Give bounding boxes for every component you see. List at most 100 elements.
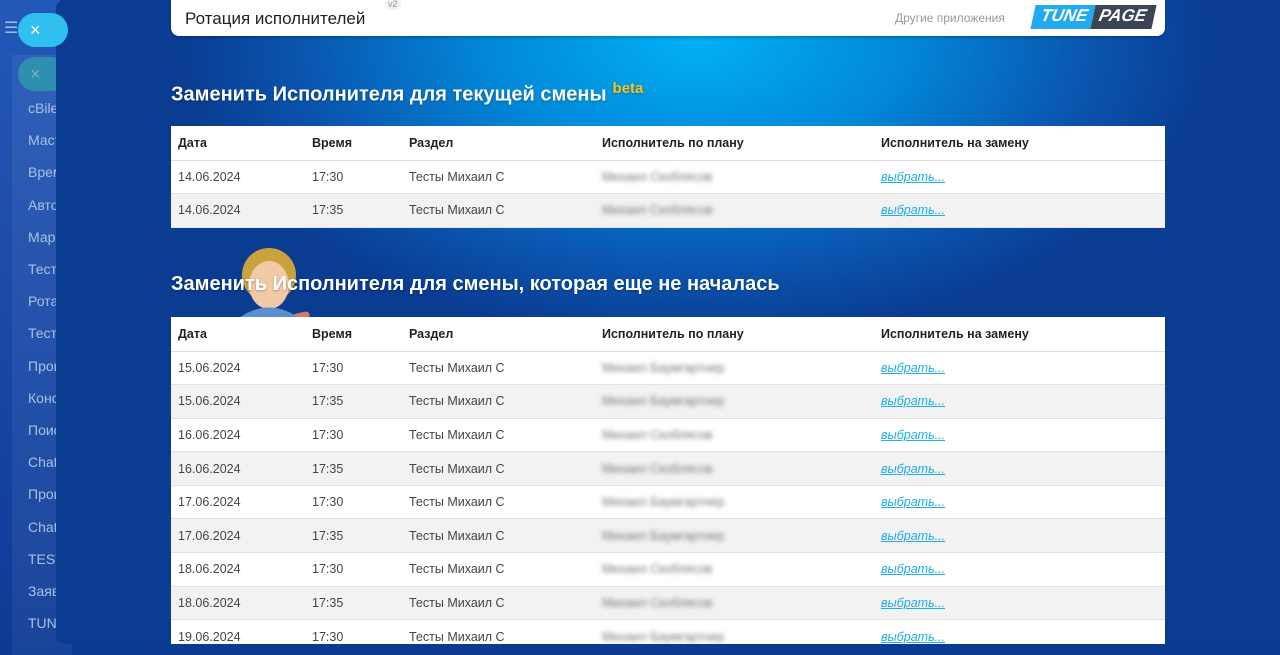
table-row: 18.06.2024 17:35 Тесты Михаил С Михаил Скоб… <box>171 586 1165 621</box>
column-header: Раздел <box>402 317 595 352</box>
choose-replacement-link[interactable]: выбрать... <box>881 170 945 184</box>
date-cell: 16.06.2024 <box>171 418 305 453</box>
choose-replacement-link[interactable]: выбрать... <box>881 361 945 375</box>
replacement-cell: выбрать... <box>874 160 1165 195</box>
table-row: 17.06.2024 17:30 Тесты Михаил С Михаил Баум… <box>171 485 1165 520</box>
planned-performer-name: Михаил Скоблясов <box>602 427 713 442</box>
planned-performer-cell: Михаил Скоблясов <box>595 451 874 486</box>
section-cell: Тесты Михаил С <box>402 384 595 419</box>
section-cell: Тесты Михаил С <box>402 586 595 621</box>
close-slider-button[interactable]: × <box>18 13 68 47</box>
choose-replacement-link[interactable]: выбрать... <box>881 203 945 217</box>
beta-badge: beta <box>612 80 644 97</box>
planned-performer-name: Михаил Скоблясов <box>602 595 713 610</box>
planned-performer-cell: Михаил Баумгартнер <box>595 485 874 520</box>
planned-performer-name: Михаил Скоблясов <box>602 169 713 184</box>
table-row: 16.06.2024 17:30 Тесты Михаил С Михаил Скоб… <box>171 418 1165 453</box>
upcoming-shift-table: Дата Время Раздел Исполнитель по плану Испол… <box>171 317 1165 644</box>
table-row: 17.06.2024 17:35 Тесты Михаил С Михаил Баум… <box>171 518 1165 554</box>
planned-performer-cell: Михаил Баумгартнер <box>595 351 874 386</box>
column-header: Время <box>305 317 402 352</box>
column-header: Дата <box>171 126 305 161</box>
planned-performer-cell: Михаил Скоблясов <box>595 418 874 453</box>
date-cell: 16.06.2024 <box>171 451 305 486</box>
planned-performer-name: Михаил Скоблясов <box>602 562 713 577</box>
time-cell: 17:35 <box>305 193 402 228</box>
date-cell: 19.06.2024 <box>171 619 305 644</box>
table-header-row: Дата Время Раздел Исполнитель по плану Испол… <box>171 317 1165 352</box>
table-row: 18.06.2024 17:30 Тесты Михаил С Михаил Скоб… <box>171 552 1165 587</box>
choose-replacement-link[interactable]: выбрать... <box>881 394 945 408</box>
time-cell: 17:30 <box>305 552 402 587</box>
section-cell: Тесты Михаил С <box>402 485 595 520</box>
planned-performer-cell: Михаил Скоблясов <box>595 586 874 621</box>
section-cell: Тесты Михаил С <box>402 160 595 195</box>
column-header: Раздел <box>402 126 595 161</box>
time-cell: 17:35 <box>305 384 402 419</box>
section-cell: Тесты Михаил С <box>402 451 595 486</box>
section-cell: Тесты Михаил С <box>402 418 595 453</box>
time-cell: 17:30 <box>305 485 402 520</box>
table-row: 14.06.2024 17:35 Тесты Михаил С Михаил Скоб… <box>171 193 1165 228</box>
sidebar-item[interactable]: Рота <box>28 293 56 309</box>
table-row: 15.06.2024 17:30 Тесты Михаил С Михаил Баум… <box>171 351 1165 386</box>
version-badge: v2 <box>385 0 401 10</box>
time-cell: 17:30 <box>305 619 402 644</box>
sidebar-item[interactable]: Маст <box>28 132 56 148</box>
sidebar-item[interactable]: Заяв <box>28 583 56 599</box>
menu-icon[interactable]: ☰ <box>4 18 18 38</box>
sidebar-item[interactable]: Врем <box>28 164 56 180</box>
choose-replacement-link[interactable]: выбрать... <box>881 428 945 442</box>
sidebar-item[interactable]: Конс <box>28 390 56 406</box>
tunepage-logo[interactable]: TUNE PAGE <box>1030 5 1157 29</box>
title-text: Заменить Исполнителя для текущей смены <box>171 83 607 106</box>
date-cell: 14.06.2024 <box>171 160 305 195</box>
choose-replacement-link[interactable]: выбрать... <box>881 462 945 476</box>
date-cell: 15.06.2024 <box>171 384 305 419</box>
sidebar-item[interactable]: Поис <box>28 422 56 438</box>
planned-performer-cell: Михаил Баумгартнер <box>595 518 874 554</box>
section-cell: Тесты Михаил С <box>402 351 595 386</box>
sidebar-item[interactable]: Прои <box>28 358 56 374</box>
sidebar-item[interactable]: cBile <box>28 100 56 116</box>
replacement-cell: выбрать... <box>874 351 1165 386</box>
replacement-cell: выбрать... <box>874 451 1165 486</box>
section-cell: Тесты Михаил С <box>402 552 595 587</box>
logo-part: PAGE <box>1090 5 1157 29</box>
table-header-row: Дата Время Раздел Исполнитель по плану Испол… <box>171 126 1165 161</box>
sidebar-item[interactable]: Мар <box>28 229 56 245</box>
title-text: Заменить Исполнителя для смены, которая … <box>171 273 780 295</box>
other-apps-link[interactable]: Другие приложения <box>895 11 1005 25</box>
choose-replacement-link[interactable]: выбрать... <box>881 529 945 543</box>
sidebar: ☰ × cBile Маст Врем Авто Мар Тест Рота Тест Прои… <box>0 0 72 655</box>
choose-replacement-link[interactable]: выбрать... <box>881 596 945 610</box>
choose-replacement-link[interactable]: выбрать... <box>881 495 945 509</box>
planned-performer-name: Михаил Скоблясов <box>602 461 713 476</box>
planned-performer-name: Михаил Баумгартнер <box>602 629 725 644</box>
replacement-cell: выбрать... <box>874 384 1165 419</box>
current-shift-table: Дата Время Раздел Исполнитель по плану Испол… <box>171 126 1165 228</box>
sidebar-item[interactable]: TEST <box>28 551 56 567</box>
planned-performer-name: Михаил Баумгартнер <box>602 360 725 375</box>
app-panel: Ротация исполнителей v2 Другие приложени… <box>56 0 1280 644</box>
planned-performer-cell: Михаил Баумгартнер <box>595 384 874 419</box>
time-cell: 17:35 <box>305 518 402 554</box>
column-header: Исполнитель по плану <box>595 317 874 352</box>
planned-performer-cell: Михаил Скоблясов <box>595 552 874 587</box>
date-cell: 18.06.2024 <box>171 586 305 621</box>
date-cell: 17.06.2024 <box>171 518 305 554</box>
replacement-cell: выбрать... <box>874 518 1165 554</box>
sidebar-item[interactable]: TUN <box>28 615 56 631</box>
sidebar-item[interactable]: Chat <box>28 454 56 470</box>
replacement-cell: выбрать... <box>874 619 1165 644</box>
planned-performer-name: Михаил Баумгартнер <box>602 528 725 543</box>
sidebar-item[interactable]: Прои <box>28 486 56 502</box>
sidebar-item[interactable]: Chat <box>28 519 56 535</box>
table-row: 14.06.2024 17:30 Тесты Михаил С Михаил Скоб… <box>171 160 1165 195</box>
sidebar-item[interactable]: Тест <box>28 325 56 341</box>
sidebar-item[interactable]: Авто <box>28 197 56 213</box>
logo-part: TUNE <box>1030 5 1096 29</box>
choose-replacement-link[interactable]: выбрать... <box>881 630 945 644</box>
choose-replacement-link[interactable]: выбрать... <box>881 562 945 576</box>
sidebar-item[interactable]: Тест <box>28 261 56 277</box>
